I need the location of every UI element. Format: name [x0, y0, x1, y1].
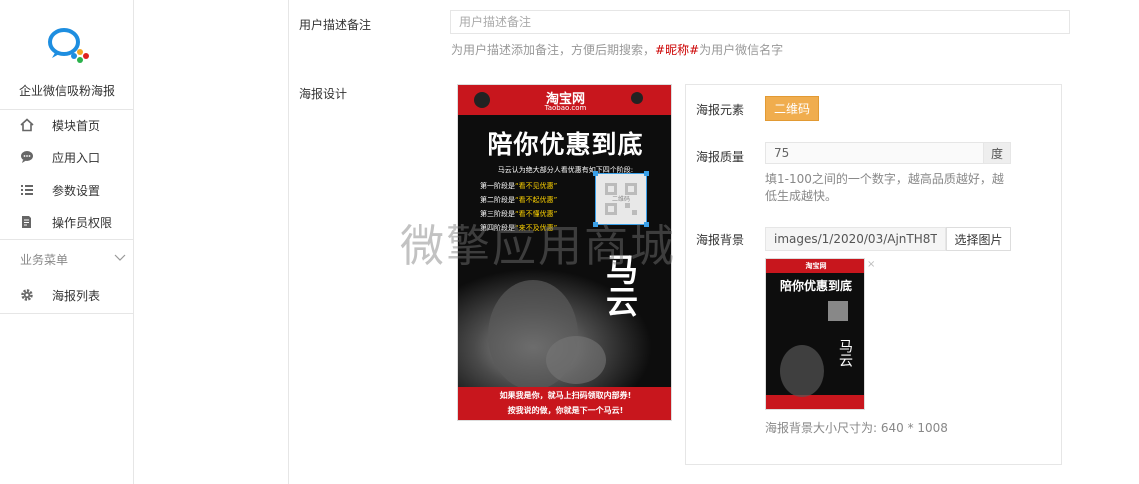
- document-edit-icon: [20, 215, 34, 229]
- app-logo-icon: [48, 28, 89, 63]
- quality-label: 海报质量: [696, 150, 745, 164]
- list-settings-icon: [20, 183, 34, 197]
- bg-thumbnail: 淘宝网 陪你优惠到底 马云: [765, 258, 865, 410]
- resize-handle[interactable]: [644, 171, 649, 176]
- sidebar-item-label: 操作员权限: [52, 215, 113, 230]
- sidebar-item-settings[interactable]: 参数设置: [0, 175, 134, 205]
- poster-stage: 第二阶段是“看不起优惠”: [480, 193, 557, 207]
- stage-prefix: 第二阶段是: [480, 196, 515, 204]
- poster-label: 海报设计: [299, 87, 348, 101]
- gear-icon: [20, 288, 34, 302]
- quality-input[interactable]: [765, 142, 984, 164]
- quality-unit: 度: [984, 142, 1011, 164]
- divider: [0, 313, 134, 314]
- resize-handle[interactable]: [593, 171, 598, 176]
- close-icon[interactable]: ×: [867, 259, 875, 270]
- stage-prefix: 第一阶段是: [480, 182, 515, 190]
- nickname-tag: #昵称#: [655, 43, 700, 57]
- sidebar-item-label: 模块首页: [52, 118, 101, 133]
- elements-label: 海报元素: [696, 103, 745, 117]
- sidebar-item-label: 参数设置: [52, 183, 101, 198]
- qrcode-button[interactable]: 二维码: [765, 96, 819, 121]
- app-name: 企业微信吸粉海报: [18, 84, 115, 98]
- poster-footer-line1: 如果我是你，就马上扫码领取内部券!: [499, 391, 632, 400]
- chat-bubble-icon: [20, 150, 34, 164]
- bg-path-input[interactable]: [765, 227, 946, 251]
- desc-hint: 为用户描述添加备注，方便后期搜索，#昵称#为用户微信名字: [451, 41, 783, 58]
- content-border: [288, 0, 289, 484]
- watermark: 微擎应用商城: [400, 221, 676, 272]
- thumb-signature: 马云: [837, 339, 853, 367]
- bg-hint: 海报背景大小尺寸为: 640 * 1008: [765, 421, 948, 435]
- sidebar-item-label: 海报列表: [52, 288, 101, 303]
- thumb-headline: 陪你优惠到底: [779, 279, 852, 293]
- desc-label: 用户描述备注: [299, 18, 372, 32]
- sidebar-item-operator-permissions[interactable]: 操作员权限: [0, 207, 134, 237]
- sidebar-item-poster-list[interactable]: 海报列表: [0, 280, 134, 310]
- quality-hint: 填1-100之间的一个数字，越高品质越好，越低生成越快。: [765, 172, 1004, 203]
- sidebar-item-home[interactable]: 模块首页: [0, 110, 134, 140]
- sidebar: 企业微信吸粉海报 模块首页 应用入口 参数设置 操作员权限 业务菜单 海报列表: [0, 0, 134, 484]
- select-image-button[interactable]: 选择图片: [946, 227, 1011, 251]
- stage-quote: “看不起优惠”: [515, 196, 558, 204]
- qrcode-text: 二维码: [611, 196, 630, 203]
- poster-footer-line2: 按我说的做，你就是下一个马云!: [507, 406, 624, 415]
- divider: [0, 239, 134, 240]
- home-icon: [20, 118, 34, 132]
- bg-label: 海报背景: [696, 233, 745, 247]
- chevron-down-icon[interactable]: [114, 251, 126, 263]
- poster-brand-sub: Taobao.com: [544, 104, 587, 112]
- desc-input[interactable]: [450, 10, 1070, 34]
- menu-group-title: 业务菜单: [20, 253, 69, 267]
- desc-hint-text: 为用户描述添加备注，方便后期搜索，: [451, 43, 656, 57]
- sidebar-item-app-entry[interactable]: 应用入口: [0, 142, 134, 172]
- stage-quote: “看不见优惠”: [515, 182, 558, 190]
- sidebar-item-label: 应用入口: [52, 150, 101, 165]
- thumb-brand: 淘宝网: [805, 262, 827, 270]
- poster-stage: 第一阶段是“看不见优惠”: [480, 179, 557, 193]
- desc-hint-text: 为用户微信名字: [699, 43, 784, 57]
- poster-headline: 陪你优惠到底: [487, 130, 644, 159]
